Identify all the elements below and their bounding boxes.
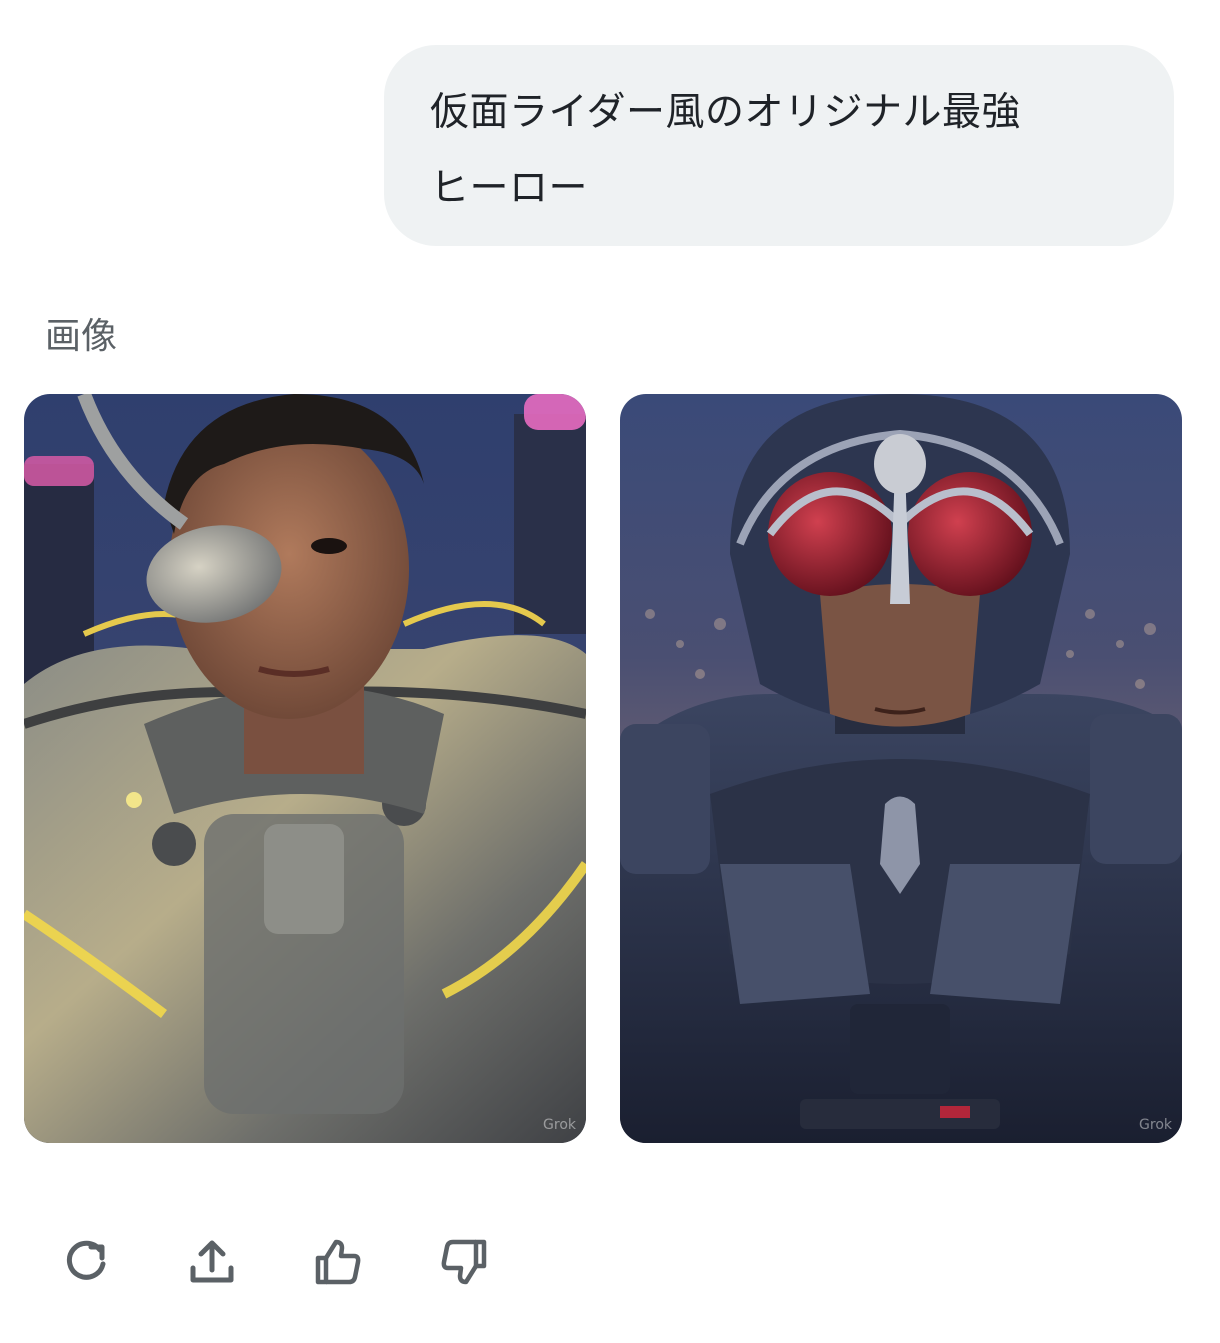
message-actions <box>58 1234 562 1290</box>
user-message-line-2: ヒーロー <box>430 166 589 211</box>
image-watermark: Grok <box>543 1117 576 1133</box>
share-icon <box>190 1240 234 1283</box>
generated-image-2[interactable]: Grok <box>620 394 1182 1143</box>
masked-rider-illustration <box>620 394 1182 1143</box>
thumbs-up-button[interactable] <box>310 1234 366 1290</box>
generated-image-1[interactable]: Grok <box>24 394 586 1143</box>
thumbs-up-icon <box>315 1239 361 1285</box>
user-message-bubble: 仮面ライダー風のオリジナル最強 ヒーロー <box>384 45 1174 246</box>
image-watermark: Grok <box>1139 1117 1172 1133</box>
thumbs-down-icon <box>441 1239 487 1285</box>
regenerate-icon <box>66 1240 106 1280</box>
thumbs-down-button[interactable] <box>436 1234 492 1290</box>
share-button[interactable] <box>184 1234 240 1290</box>
regenerate-button[interactable] <box>58 1234 114 1290</box>
images-section-label: 画像 <box>45 316 118 357</box>
user-message-line-1: 仮面ライダー風のオリジナル最強 <box>430 90 1021 135</box>
hero-armor-illustration <box>24 394 586 1143</box>
